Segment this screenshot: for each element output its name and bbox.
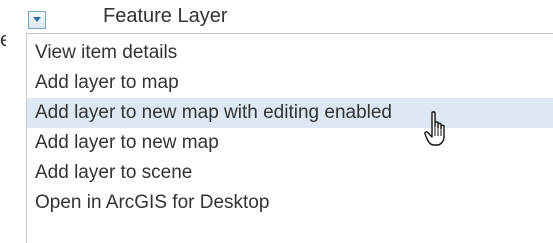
menu-item-add-layer-to-new-map-with-editing[interactable]: Add layer to new map with editing enable… (27, 98, 553, 128)
hand-pointer-cursor-icon (424, 111, 445, 146)
dropdown-toggle-button[interactable] (28, 11, 46, 29)
menu-item-add-layer-to-new-map[interactable]: Add layer to new map (27, 128, 553, 158)
partial-background-text: e (0, 29, 6, 51)
menu-item-add-layer-to-map[interactable]: Add layer to map (27, 68, 553, 98)
menu-item-add-layer-to-scene[interactable]: Add layer to scene (27, 158, 553, 188)
item-type-title: Feature Layer (103, 5, 228, 27)
menu-item-view-item-details[interactable]: View item details (27, 38, 553, 68)
menu-item-open-in-arcgis-desktop[interactable]: Open in ArcGIS for Desktop (27, 188, 553, 218)
chevron-down-icon (33, 17, 41, 22)
item-actions-menu: View item details Add layer to map Add l… (26, 33, 553, 243)
item-type-header: Feature Layer (28, 0, 228, 32)
